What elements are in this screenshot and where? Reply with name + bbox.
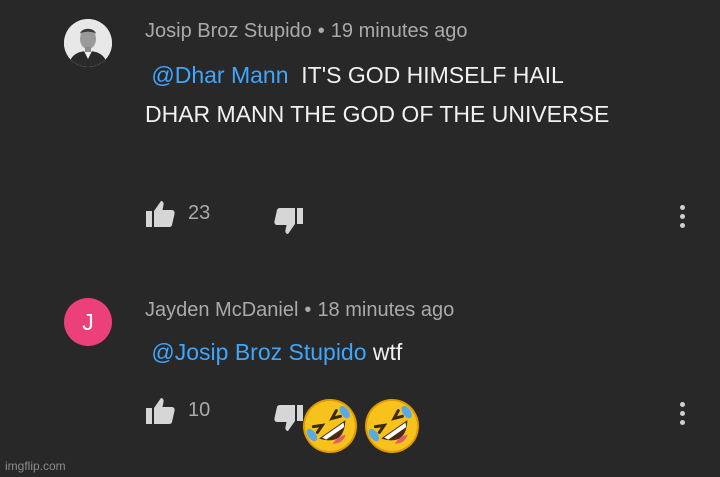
thumbs-up-icon[interactable] — [145, 396, 177, 428]
comment-text: @Dhar Mann IT'S GOD HIMSELF HAIL DHAR MA… — [145, 56, 615, 134]
like-count: 10 — [188, 399, 211, 421]
meta-separator: • — [304, 299, 312, 321]
author-name[interactable]: Josip Broz Stupido — [145, 20, 312, 42]
comment-meta: Jayden McDaniel • 18 minutes ago — [145, 299, 454, 322]
comment-text: @Josip Broz Stupido wtf — [145, 333, 615, 372]
comment-time[interactable]: 18 minutes ago — [317, 299, 454, 321]
comment-time[interactable]: 19 minutes ago — [331, 20, 468, 42]
like-count: 23 — [188, 202, 211, 224]
comment-body: wtf — [372, 339, 403, 365]
mention-link[interactable]: @Dhar Mann — [151, 62, 288, 88]
author-name[interactable]: Jayden McDaniel — [145, 299, 298, 321]
rolling-on-floor-laughing-icon — [303, 399, 357, 453]
author-avatar[interactable]: J — [64, 298, 112, 346]
meta-separator: • — [317, 20, 325, 42]
comment-meta: Josip Broz Stupido • 19 minutes ago — [145, 20, 468, 43]
thumbs-up-icon[interactable] — [145, 199, 177, 231]
watermark: imgflip.com — [5, 459, 66, 473]
rolling-on-floor-laughing-icon — [365, 399, 420, 453]
more-options-icon[interactable] — [680, 205, 688, 233]
mention-link[interactable]: @Josip Broz Stupido — [151, 339, 366, 365]
more-options-icon[interactable] — [680, 402, 688, 430]
author-avatar[interactable] — [64, 19, 112, 67]
emoji-stickers — [300, 395, 420, 462]
thumbs-down-icon[interactable] — [272, 204, 304, 236]
avatar-letter: J — [82, 308, 94, 335]
portrait-image — [64, 19, 112, 67]
